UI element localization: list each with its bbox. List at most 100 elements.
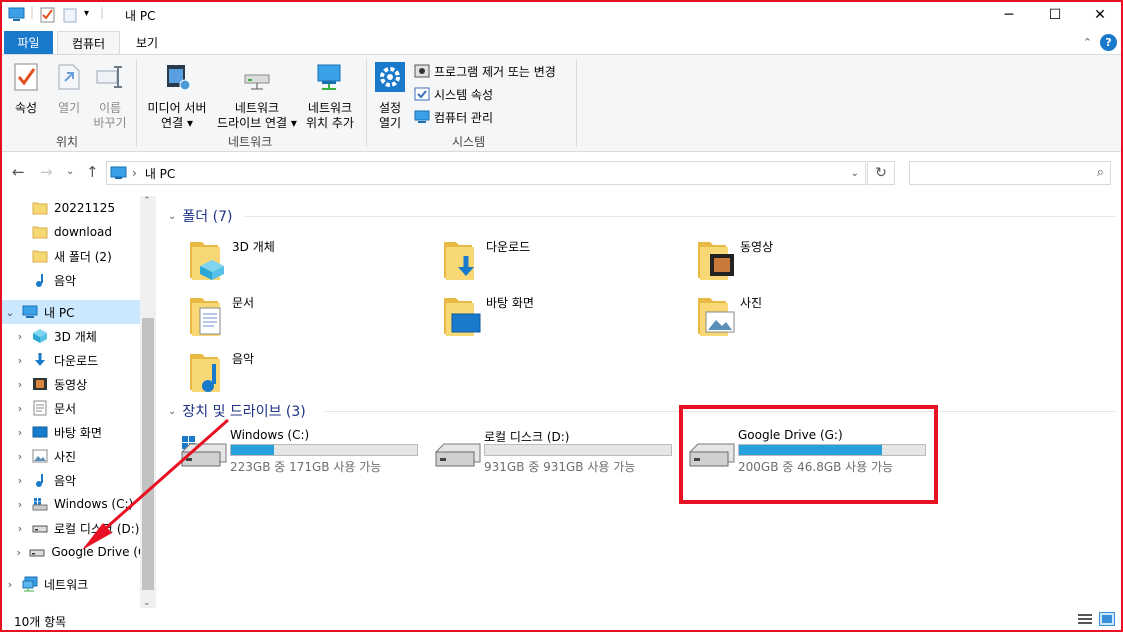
item-count: 10개 항목	[14, 615, 67, 629]
properties-check-icon[interactable]	[40, 5, 56, 25]
close-button[interactable]: ✕	[1077, 0, 1123, 30]
breadcrumb-chevron-icon[interactable]: ›	[132, 166, 137, 180]
scroll-down-icon[interactable]: ⌄	[143, 598, 151, 608]
collapse-ribbon-icon[interactable]: ⌃	[1083, 36, 1092, 49]
folder-tile[interactable]: 다운로드	[438, 234, 688, 282]
address-bar[interactable]: › 내 PC ⌄	[106, 161, 866, 185]
help-icon[interactable]: ?	[1100, 34, 1117, 51]
map-network-drive-button[interactable]: 네트워크 드라이브 연결 ▾	[212, 61, 302, 131]
add-network-location-button[interactable]: 네트워크 위치 추가	[302, 61, 358, 131]
expand-chevron-icon[interactable]: ›	[14, 330, 26, 343]
sidebar-item[interactable]: 음악	[0, 268, 156, 292]
sidebar-item[interactable]: › 사진	[0, 444, 156, 468]
expand-chevron-icon[interactable]: ›	[14, 546, 23, 559]
tab-view[interactable]: 보기	[124, 31, 170, 54]
recent-locations-icon[interactable]: ⌄	[66, 166, 74, 177]
sidebar-item[interactable]: › 로컬 디스크 (D:)	[0, 516, 156, 540]
folder-icon	[32, 248, 48, 264]
expand-chevron-icon[interactable]: ›	[4, 578, 16, 591]
video-icon	[32, 376, 48, 392]
expand-chevron-icon[interactable]: ›	[14, 522, 26, 535]
address-dropdown-icon[interactable]: ⌄	[851, 168, 859, 179]
scrollbar-thumb[interactable]	[142, 318, 154, 590]
refresh-button[interactable]: ↻	[867, 161, 895, 185]
collapse-icon[interactable]: ⌄	[168, 211, 176, 222]
forward-icon[interactable]: →	[40, 163, 53, 181]
windows-drive-icon	[180, 436, 228, 470]
minimize-button[interactable]: ─	[986, 0, 1032, 30]
expand-chevron-icon[interactable]: ›	[14, 426, 26, 439]
sidebar-item[interactable]: download	[0, 220, 156, 244]
drives-section-header[interactable]: ⌄ 장치 및 드라이브 (3)	[168, 401, 306, 421]
tab-computer[interactable]: 컴퓨터	[57, 31, 120, 54]
expand-chevron-icon[interactable]: ›	[14, 378, 26, 391]
sidebar-item-label: 로컬 디스크 (D:)	[54, 521, 140, 536]
computer-management-button[interactable]: 컴퓨터 관리	[414, 107, 493, 127]
media-server-button[interactable]: 미디어 서버 연결 ▾	[142, 61, 212, 131]
folder-tile[interactable]: 바탕 화면	[438, 290, 688, 338]
tab-file[interactable]: 파일	[4, 31, 53, 54]
download-folder-icon	[438, 234, 486, 282]
sidebar-item[interactable]: › 문서	[0, 396, 156, 420]
sidebar-item[interactable]: › Windows (C:)	[0, 492, 156, 516]
maximize-button[interactable]: ☐	[1032, 0, 1078, 30]
expand-chevron-icon[interactable]: ›	[14, 450, 26, 463]
system-properties-button[interactable]: 시스템 속성	[414, 84, 493, 104]
search-input[interactable]: ⌕	[909, 161, 1111, 185]
drive-usage-bar	[230, 444, 418, 456]
expand-chevron-icon[interactable]: ›	[14, 354, 26, 367]
sidebar-item[interactable]: › Google Drive (G:)	[0, 540, 156, 564]
sidebar-item[interactable]: 20221125	[0, 196, 156, 220]
folders-section-header[interactable]: ⌄ 폴더 (7)	[168, 206, 232, 226]
open-button[interactable]: 열기	[50, 61, 88, 116]
collapse-icon[interactable]: ⌄	[168, 406, 176, 417]
highlight-box	[679, 405, 938, 504]
drive-tile[interactable]: Windows (C:) 223GB 중 171GB 사용 가능	[180, 428, 430, 476]
sidebar-item[interactable]: 새 폴더 (2)	[0, 244, 156, 268]
folder-name: 동영상	[740, 240, 774, 254]
expand-chevron-icon[interactable]: ›	[14, 402, 26, 415]
back-icon[interactable]: ←	[12, 163, 25, 181]
breadcrumb[interactable]: 내 PC	[145, 165, 175, 182]
sidebar-item[interactable]: › 음악	[0, 468, 156, 492]
sidebar-item[interactable]: › 바탕 화면	[0, 420, 156, 444]
drive-free-space: 931GB 중 931GB 사용 가능	[484, 460, 636, 474]
expand-chevron-icon[interactable]: ⌄	[4, 306, 16, 319]
properties-button[interactable]: 속성	[6, 61, 46, 116]
folder-tile[interactable]: 음악	[184, 346, 434, 394]
customize-qa-icon[interactable]: ▾	[84, 8, 89, 28]
folder-tile[interactable]: 동영상	[692, 234, 942, 282]
large-icons-view-icon[interactable]	[1099, 612, 1115, 626]
sidebar-item[interactable]: › 다운로드	[0, 348, 156, 372]
sidebar-item[interactable]: ⌄ 내 PC	[0, 300, 140, 324]
sidebar-item-label: 20221125	[54, 201, 116, 215]
folder-tile[interactable]: 문서	[184, 290, 434, 338]
video-folder-icon	[692, 234, 740, 282]
uninstall-program-button[interactable]: 프로그램 제거 또는 변경	[414, 61, 556, 81]
details-view-icon[interactable]	[1077, 612, 1093, 626]
new-folder-icon[interactable]	[62, 5, 78, 25]
drive-tile[interactable]: 로컬 디스크 (D:) 931GB 중 931GB 사용 가능	[434, 428, 684, 476]
open-settings-button[interactable]: 설정 열기	[372, 61, 408, 131]
computer-management-icon	[414, 110, 430, 123]
document-folder-icon	[184, 290, 232, 338]
folder-tile[interactable]: 사진	[692, 290, 942, 338]
pictures-folder-icon	[692, 290, 740, 338]
scroll-up-icon[interactable]: ⌃	[143, 196, 151, 206]
drive-name: 로컬 디스크 (D:)	[484, 430, 570, 444]
navigation-pane: 20221125 download 새 폴더 (2) 음악 ⌄ 내 PC › 3D 개체 › 다운…	[0, 196, 156, 608]
drive-icon	[434, 436, 482, 470]
sidebar-item-label: 내 PC	[44, 305, 75, 320]
sidebar-item[interactable]: › 3D 개체	[0, 324, 156, 348]
expand-chevron-icon[interactable]: ›	[14, 498, 26, 511]
rename-button[interactable]: 이름 바꾸기	[90, 61, 130, 131]
sidebar-item[interactable]: › 네트워크	[0, 572, 156, 596]
sidebar-item[interactable]: › 동영상	[0, 372, 156, 396]
expand-chevron-icon[interactable]: ›	[14, 474, 26, 487]
up-icon[interactable]: ↑	[86, 163, 99, 181]
folder-tile[interactable]: 3D 개체	[184, 234, 434, 282]
group-label-system: 시스템	[452, 135, 486, 149]
sidebar-scrollbar[interactable]: ⌃ ⌄	[140, 196, 156, 608]
folder-name: 3D 개체	[232, 240, 275, 254]
folder-name: 다운로드	[486, 240, 531, 254]
